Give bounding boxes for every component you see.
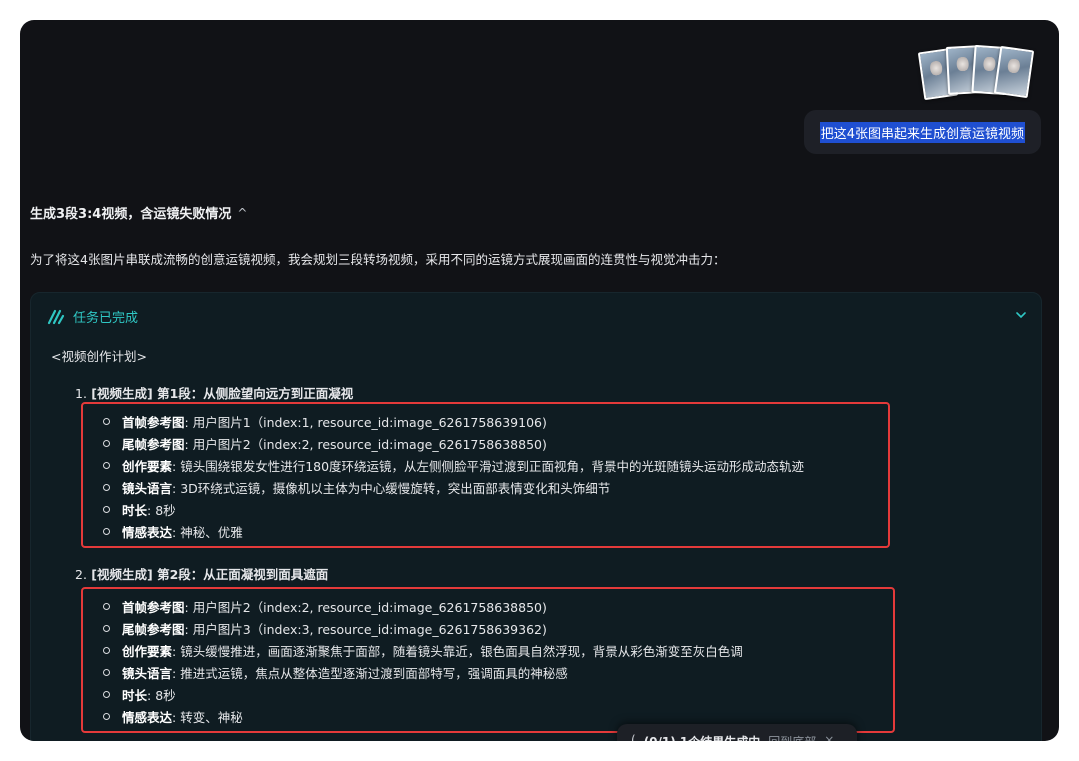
- bullet-icon: [103, 646, 110, 654]
- detail-item: 创作要素: 镜头围绕银发女性进行180度环绕运镜，从左侧侧脸平滑过渡到正面视角，…: [83, 454, 888, 476]
- bullet-icon: [103, 505, 110, 513]
- generation-progress-toast[interactable]: ( (0/1) 1个结果生成中 回到底部 ×: [617, 724, 857, 741]
- detail-key: 首帧参考图: [122, 414, 185, 430]
- detail-value: : 用户图片3（index:3, resource_id:image_62617…: [184, 621, 547, 637]
- spinner-icon: (: [631, 733, 636, 741]
- detail-key: 首帧参考图: [122, 599, 185, 615]
- detail-value: : 3D环绕式运镜，摄像机以主体为中心缓慢旋转，突出面部表情变化和头饰细节: [172, 480, 611, 496]
- status-text: 生成3段3:4视频，含运镜失败情况: [30, 207, 232, 222]
- detail-item: 首帧参考图: 用户图片1（index:1, resource_id:image_…: [83, 410, 888, 432]
- plan-tag: <视频创作计划>: [51, 349, 147, 364]
- detail-value: : 用户图片2（index:2, resource_id:image_62617…: [184, 599, 547, 615]
- detail-value: : 用户图片1（index:1, resource_id:image_62617…: [184, 414, 547, 430]
- detail-value: : 8秒: [147, 502, 176, 518]
- step-title-text: [视频生成] 第1段：从侧脸望向远方到正面凝视: [91, 386, 354, 401]
- bullet-icon: [103, 527, 110, 535]
- bullet-icon: [103, 417, 110, 425]
- detail-item: 尾帧参考图: 用户图片3（index:3, resource_id:image_…: [83, 617, 893, 639]
- detail-value: : 用户图片2（index:2, resource_id:image_62617…: [184, 436, 547, 452]
- bullet-icon: [103, 439, 110, 447]
- task-status-title: 任务已完成: [73, 311, 139, 326]
- bullet-icon: [103, 690, 110, 698]
- detail-item: 时长: 8秒: [83, 683, 893, 705]
- bullet-icon: [103, 602, 110, 610]
- detail-key: 创作要素: [122, 643, 173, 659]
- bullet-icon: [103, 712, 110, 720]
- wave-icon: [47, 309, 65, 324]
- detail-item: 尾帧参考图: 用户图片2（index:2, resource_id:image_…: [83, 432, 888, 454]
- task-card: 任务已完成 <视频创作计划> 1. [视频生成] 第1段：从侧脸望向远方到正面凝…: [30, 292, 1042, 741]
- step-details-box: 首帧参考图: 用户图片1（index:1, resource_id:image_…: [81, 402, 890, 548]
- close-icon[interactable]: ×: [824, 733, 834, 741]
- image-attachments[interactable]: [917, 42, 1037, 101]
- step-title-text: [视频生成] 第2段：从正面凝视到面具遮面: [91, 567, 329, 582]
- detail-key: 时长: [122, 687, 148, 703]
- detail-value: : 8秒: [147, 687, 176, 703]
- step-number: 1.: [75, 386, 87, 401]
- attachment-thumbnail[interactable]: [993, 45, 1035, 99]
- detail-value: : 镜头缓慢推进，画面逐渐聚焦于面部，随着镜头靠近，银色面具自然浮现，背景从彩色…: [172, 643, 743, 659]
- step-details-box: 首帧参考图: 用户图片2（index:2, resource_id:image_…: [81, 587, 895, 733]
- step-title: 1. [视频生成] 第1段：从侧脸望向远方到正面凝视: [75, 383, 353, 402]
- detail-key: 情感表达: [122, 524, 173, 540]
- chevron-down-icon[interactable]: [1015, 309, 1027, 321]
- detail-key: 尾帧参考图: [122, 436, 185, 452]
- detail-value: : 转变、神秘: [172, 709, 243, 725]
- detail-item: 镜头语言: 推进式运镜，焦点从整体造型逐渐过渡到面部特写，强调面具的神秘感: [83, 661, 893, 683]
- detail-key: 镜头语言: [122, 480, 173, 496]
- detail-key: 创作要素: [122, 458, 173, 474]
- generation-status[interactable]: 生成3段3:4视频，含运镜失败情况 ^: [30, 203, 247, 223]
- detail-item: 情感表达: 神秘、优雅: [83, 520, 888, 542]
- assistant-intro: 为了将这4张图片串联成流畅的创意运镜视频，我会规划三段转场视频，采用不同的运镜方…: [30, 252, 726, 267]
- detail-value: : 推进式运镜，焦点从整体造型逐渐过渡到面部特写，强调面具的神秘感: [172, 665, 568, 681]
- detail-item: 创作要素: 镜头缓慢推进，画面逐渐聚焦于面部，随着镜头靠近，银色面具自然浮现，背…: [83, 639, 893, 661]
- detail-key: 情感表达: [122, 709, 173, 725]
- detail-item: 时长: 8秒: [83, 498, 888, 520]
- detail-value: : 神秘、优雅: [172, 524, 243, 540]
- detail-item: 首帧参考图: 用户图片2（index:2, resource_id:image_…: [83, 595, 893, 617]
- bullet-icon: [103, 483, 110, 491]
- detail-item: 镜头语言: 3D环绕式运镜，摄像机以主体为中心缓慢旋转，突出面部表情变化和头饰细…: [83, 476, 888, 498]
- detail-key: 时长: [122, 502, 148, 518]
- user-message-text: 把这4张图串起来生成创意运镜视频: [819, 121, 1025, 143]
- bullet-icon: [103, 624, 110, 632]
- detail-key: 镜头语言: [122, 665, 173, 681]
- scroll-to-bottom-link[interactable]: 回到底部: [768, 733, 816, 741]
- user-message-bubble: 把这4张图串起来生成创意运镜视频: [803, 110, 1041, 154]
- step-title: 2. [视频生成] 第2段：从正面凝视到面具遮面: [75, 564, 328, 583]
- bullet-icon: [103, 461, 110, 469]
- task-header[interactable]: 任务已完成: [47, 307, 138, 326]
- chevron-up-icon[interactable]: ^: [237, 206, 247, 220]
- bullet-icon: [103, 668, 110, 676]
- detail-key: 尾帧参考图: [122, 621, 185, 637]
- step-number: 2.: [75, 567, 87, 582]
- chat-window: 把这4张图串起来生成创意运镜视频 生成3段3:4视频，含运镜失败情况 ^ 为了将…: [20, 20, 1059, 741]
- progress-text: (0/1) 1个结果生成中: [644, 733, 761, 741]
- detail-value: : 镜头围绕银发女性进行180度环绕运镜，从左侧侧脸平滑过渡到正面视角，背景中的…: [172, 458, 805, 474]
